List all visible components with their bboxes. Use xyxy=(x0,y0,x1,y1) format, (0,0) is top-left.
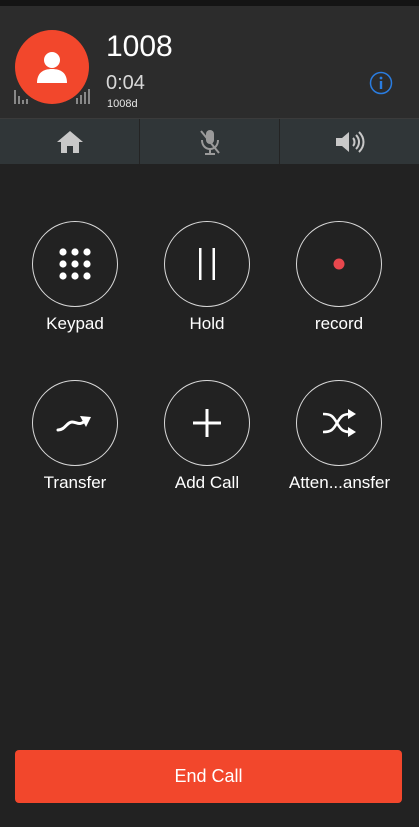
add-call-label: Add Call xyxy=(174,473,240,492)
hold-label: Hold xyxy=(189,314,225,333)
add-call-circle[interactable] xyxy=(164,380,250,466)
record-dot-icon xyxy=(333,258,345,270)
record-circle[interactable] xyxy=(296,221,382,307)
home-icon xyxy=(56,130,83,153)
shuffle-icon xyxy=(322,409,356,437)
hold-button[interactable]: Hold xyxy=(157,221,257,334)
call-action-bar xyxy=(0,118,419,164)
keypad-circle[interactable] xyxy=(32,221,118,307)
keypad-button[interactable]: Keypad xyxy=(25,221,125,334)
record-button[interactable]: record xyxy=(289,221,389,334)
speaker-button[interactable] xyxy=(280,119,419,164)
speaker-icon xyxy=(335,130,364,153)
transfer-button[interactable]: Transfer xyxy=(25,380,125,493)
mic-muted-icon xyxy=(199,129,220,155)
keypad-label: Keypad xyxy=(46,314,104,333)
end-call-button[interactable]: End Call xyxy=(15,750,402,803)
call-header: 1008 0:04 1008d xyxy=(0,6,419,118)
caller-name: 1008 xyxy=(106,30,173,63)
mute-button[interactable] xyxy=(140,119,280,164)
pause-icon xyxy=(199,248,215,280)
info-icon[interactable] xyxy=(369,71,393,95)
attended-transfer-label: Atten...ansfer xyxy=(289,473,391,492)
transfer-label: Transfer xyxy=(43,473,107,492)
caller-subtitle: 1008d xyxy=(107,98,138,110)
signal-bars-icon xyxy=(14,89,90,104)
attended-transfer-circle[interactable] xyxy=(296,380,382,466)
add-call-button[interactable]: Add Call xyxy=(157,380,257,493)
transfer-circle[interactable] xyxy=(32,380,118,466)
attended-transfer-button[interactable]: Atten...ansfer xyxy=(289,380,391,493)
record-label: record xyxy=(314,314,364,333)
hold-circle[interactable] xyxy=(164,221,250,307)
keypad-icon xyxy=(59,248,91,280)
home-button[interactable] xyxy=(0,119,140,164)
person-icon xyxy=(37,52,67,83)
call-timer: 0:04 xyxy=(106,72,145,94)
transfer-arrow-icon xyxy=(56,416,91,432)
plus-icon xyxy=(193,409,221,437)
